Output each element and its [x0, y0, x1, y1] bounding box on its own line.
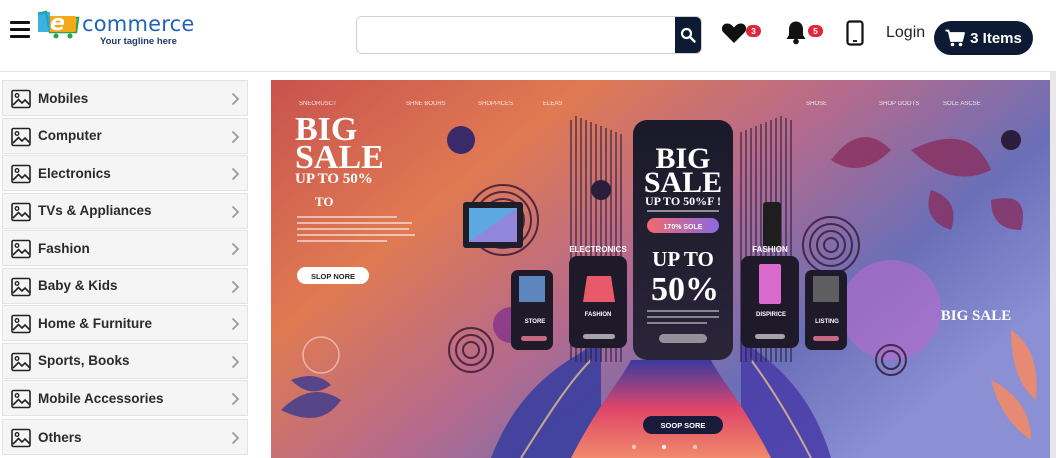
sidebar-item-label: Mobile Accessories	[38, 390, 164, 406]
banner-center-upto: UP TO 50%F !	[645, 194, 721, 208]
chevron-right-icon	[231, 167, 240, 181]
banner-left-upto: UP TO 50%	[295, 171, 373, 187]
notification-count-badge: 5	[808, 25, 823, 37]
bell-icon	[786, 21, 806, 45]
menu-icon[interactable]	[10, 21, 30, 38]
cart-icon	[945, 29, 966, 47]
search-input[interactable]	[357, 17, 677, 53]
sidebar-item-label: Fashion	[38, 240, 90, 256]
chevron-right-icon	[231, 205, 240, 218]
banner-nav-text: SHNE BOURS	[406, 101, 446, 107]
sidebar-item-baby-kids[interactable]: Baby & Kids	[2, 267, 248, 304]
chevron-right-icon	[231, 392, 240, 406]
hero-banner[interactable]: SNEORUSCT SHNE BOURS SHOPPICES ELEAS SHO…	[271, 80, 1050, 458]
category-sidebar: Mobiles Computer Electronics TVs & Appli…	[2, 80, 248, 458]
chevron-right-icon	[231, 355, 240, 368]
mobile-app-button[interactable]	[846, 20, 864, 47]
image-icon	[11, 314, 31, 334]
header: e commerce Your tagline here 3 5 Login 3…	[0, 0, 1056, 72]
logo-text: commerce	[82, 12, 195, 36]
sidebar-item-sports-books[interactable]: Sports, Books	[2, 342, 248, 379]
sidebar-item-mobiles[interactable]: Mobiles	[2, 80, 248, 116]
image-icon	[11, 239, 31, 259]
hero-banner-artwork: SNEORUSCT SHNE BOURS SHOPPICES ELEAS SHO…	[271, 80, 1050, 458]
search-button[interactable]	[675, 17, 701, 53]
chevron-right-icon	[231, 280, 240, 293]
sidebar-item-label: Computer	[38, 128, 102, 143]
banner-left-button: SLOP NORE	[311, 272, 355, 281]
image-icon	[11, 202, 31, 221]
banner-center-upto2: UP TO	[652, 247, 714, 271]
heart-icon	[721, 23, 747, 43]
image-icon	[11, 428, 31, 448]
logo[interactable]: e commerce Your tagline here	[36, 8, 216, 48]
carousel-dot[interactable]	[661, 444, 667, 450]
image-icon	[11, 89, 31, 109]
banner-nav-text: ELEAS	[543, 101, 562, 107]
sidebar-item-fashion[interactable]: Fashion	[2, 230, 248, 266]
sidebar-item-others[interactable]: Others	[2, 419, 248, 455]
banner-label-fashion-right: FASHION	[752, 245, 788, 254]
tagline: Your tagline here	[100, 36, 177, 47]
banner-center-percent: 50%	[651, 271, 719, 308]
sidebar-item-electronics[interactable]: Electronics	[2, 155, 248, 191]
chevron-right-icon	[231, 317, 240, 331]
chevron-right-icon	[231, 431, 240, 445]
banner-nav-text: SNEORUSCT	[299, 101, 337, 107]
chevron-right-icon	[231, 130, 240, 143]
banner-nav-text: SHOP GOOTS	[879, 101, 919, 107]
sidebar-item-label: Electronics	[38, 165, 111, 181]
banner-label-dispirice: DISPIRICE	[756, 312, 786, 318]
cart-label: 3 Items	[970, 29, 1022, 47]
sidebar-item-label: Baby & Kids	[38, 278, 118, 293]
sidebar-item-home-furniture[interactable]: Home & Furniture	[2, 305, 248, 341]
image-icon	[11, 352, 31, 371]
image-icon	[11, 127, 31, 146]
sidebar-item-label: Mobiles	[38, 90, 89, 106]
image-icon	[11, 389, 31, 409]
search-icon	[680, 27, 696, 43]
logo-letter: e	[50, 11, 65, 36]
notifications-button[interactable]: 5	[785, 20, 825, 46]
sidebar-item-label: Others	[38, 429, 82, 445]
banner-label-listing: LISTING	[815, 319, 839, 325]
banner-label-store: STORE	[525, 319, 546, 325]
banner-bottom-button: SOOP SORE	[661, 421, 706, 430]
banner-label-electronics: ELECTRONICS	[569, 245, 627, 254]
banner-center-pill: 170% SOLE	[664, 224, 703, 231]
sidebar-item-label: Home & Furniture	[38, 315, 153, 331]
banner-label-fashion-left: FASHION	[585, 312, 612, 318]
carousel-dot[interactable]	[631, 444, 637, 450]
sidebar-item-mobile-accessories[interactable]: Mobile Accessories	[2, 380, 248, 416]
banner-nav-text: SOLE ASCSE	[943, 101, 981, 107]
sidebar-item-label: Sports, Books	[38, 353, 130, 368]
banner-left-to: TO	[315, 194, 334, 209]
wishlist-button[interactable]: 3	[721, 21, 761, 45]
image-icon	[11, 164, 31, 184]
sidebar-item-computer[interactable]: Computer	[2, 117, 248, 154]
cart-button[interactable]: 3 Items	[934, 21, 1033, 55]
login-link[interactable]: Login	[886, 24, 925, 42]
chevron-right-icon	[231, 92, 240, 106]
banner-nav-text: SHOPPICES	[478, 101, 513, 107]
wishlist-count-badge: 3	[746, 25, 761, 37]
chevron-right-icon	[231, 242, 240, 256]
banner-nav-text: SHOSE	[806, 101, 827, 107]
sidebar-item-tvs-appliances[interactable]: TVs & Appliances	[2, 192, 248, 229]
sidebar-item-label: TVs & Appliances	[38, 203, 152, 218]
image-icon	[11, 277, 31, 296]
banner-right-big-sale: BIG SALE	[941, 308, 1011, 324]
carousel-dot[interactable]	[692, 444, 698, 450]
scrollbar[interactable]	[1050, 72, 1056, 458]
phone-icon	[846, 20, 864, 46]
search-bar	[356, 16, 702, 54]
